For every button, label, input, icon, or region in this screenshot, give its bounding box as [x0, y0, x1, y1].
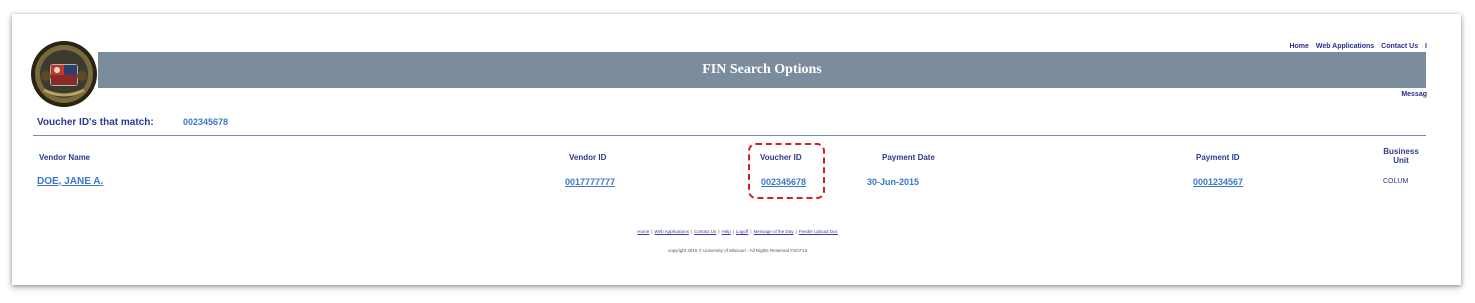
column-header-vendor-id: Vendor ID: [569, 153, 607, 162]
footer-link-web-applications[interactable]: Web Applications: [654, 229, 688, 234]
top-nav-links: Home Web Applications Contact Us I: [1284, 43, 1427, 50]
top-link-contact-us[interactable]: Contact Us: [1381, 43, 1418, 50]
footer-link-logoff[interactable]: Logoff: [736, 229, 748, 234]
column-header-payment-id: Payment ID: [1196, 153, 1240, 162]
footer-link-help[interactable]: Help: [721, 229, 730, 234]
message-link[interactable]: Messag: [1401, 91, 1427, 98]
top-link-home[interactable]: Home: [1289, 43, 1308, 50]
match-value: 002345678: [183, 117, 229, 127]
business-unit-value: COLUM: [1383, 178, 1409, 185]
column-header-business-unit-line1: Business: [1383, 147, 1419, 156]
highlight-annotation: [748, 143, 825, 199]
column-header-vendor-name: Vendor Name: [39, 153, 91, 162]
vendor-id-link[interactable]: 0017777777: [565, 177, 615, 187]
divider: [33, 135, 1426, 136]
top-link-web-applications[interactable]: Web Applications: [1316, 43, 1374, 50]
footer-link-message-of-the-day[interactable]: Message of the Day: [754, 229, 794, 234]
payment-id-link[interactable]: 0001234567: [1193, 177, 1243, 187]
column-header-business-unit-line2: Unit: [1393, 156, 1409, 165]
match-label: Voucher ID's that match:: [37, 117, 154, 128]
vendor-name-link[interactable]: DOE, JANE A.: [37, 176, 103, 187]
top-link-truncated[interactable]: I: [1425, 43, 1427, 50]
footer-link-contact-us[interactable]: Contact Us: [694, 229, 716, 234]
footer-link-home[interactable]: Home: [637, 229, 649, 234]
column-header-business-unit: Business Unit: [1377, 147, 1425, 165]
column-header-payment-date: Payment Date: [882, 153, 935, 162]
copyright-text: copyright 2015 © University of Missouri …: [667, 248, 808, 253]
payment-date-value: 30-Jun-2015: [867, 177, 920, 187]
footer-links: Home | Web Applications | Contact Us | Help | Lo…: [637, 229, 838, 234]
header-bar: FIN Search Options: [98, 52, 1426, 88]
university-seal-logo: [31, 41, 97, 107]
page-title: FIN Search Options: [702, 62, 822, 77]
footer-link-feeder-upload-doc[interactable]: Feeder Upload Doc: [799, 229, 838, 234]
